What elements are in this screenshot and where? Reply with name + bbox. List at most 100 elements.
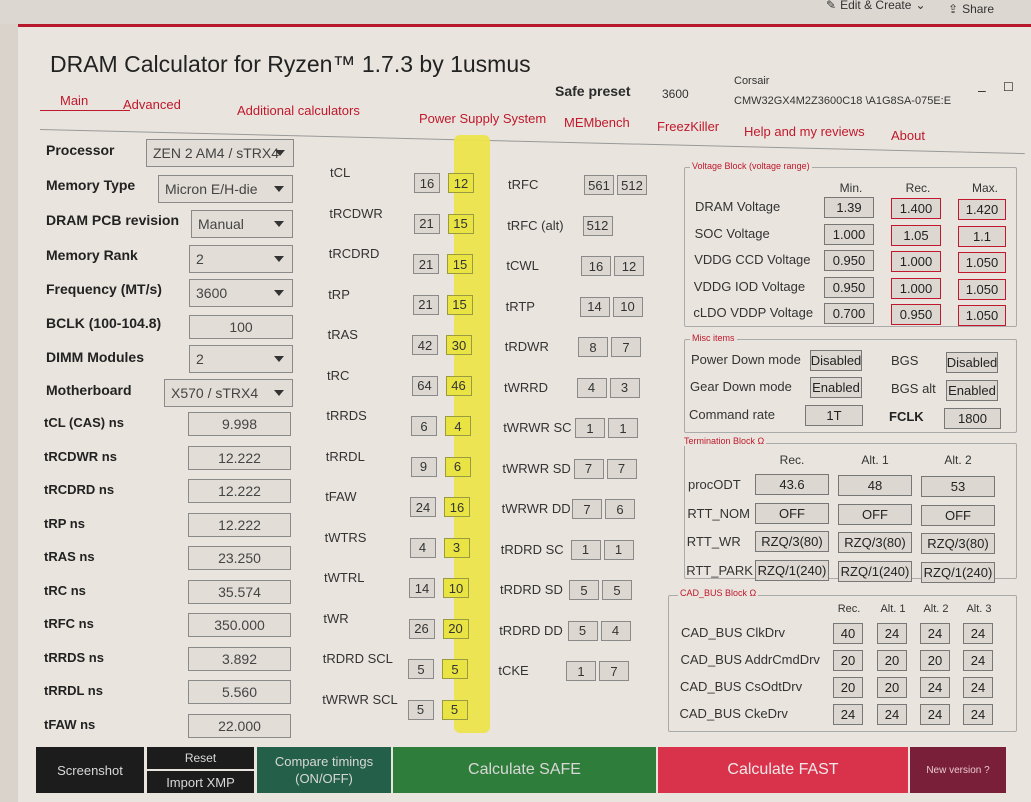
- timing-value-safe[interactable]: 21: [412, 294, 439, 315]
- timing-value-fast[interactable]: 3: [443, 537, 470, 558]
- calculate-safe-button[interactable]: Calculate SAFE: [393, 747, 656, 793]
- timing-value-fast[interactable]: 4: [445, 416, 471, 436]
- timing-value-fast[interactable]: 1: [603, 539, 634, 560]
- tab-main[interactable]: Main: [60, 93, 88, 108]
- new-version-button[interactable]: New version ?: [910, 747, 1006, 793]
- timing-value-fast[interactable]: 7: [611, 337, 641, 357]
- timing-value-fast[interactable]: 20: [442, 618, 469, 639]
- voltage-min[interactable]: 0.700: [824, 303, 874, 324]
- timing-value-fast[interactable]: 15: [446, 294, 473, 315]
- timing-value-safe[interactable]: 14: [579, 296, 610, 317]
- cadbus-value[interactable]: 20: [877, 650, 907, 671]
- processor-select[interactable]: ZEN 2 AM4 / sTRX4: [146, 139, 294, 167]
- timing-value-safe[interactable]: 16: [414, 173, 440, 193]
- timing-value-safe[interactable]: 5: [567, 620, 598, 641]
- timing-value-safe[interactable]: 5: [407, 699, 434, 720]
- timing-value-safe[interactable]: 21: [413, 254, 439, 274]
- power-down-value[interactable]: Disabled: [810, 350, 862, 371]
- share-button[interactable]: ⇪ Share: [948, 2, 994, 16]
- tab-help-reviews[interactable]: Help and my reviews: [744, 124, 865, 139]
- cadbus-value[interactable]: 24: [963, 623, 993, 644]
- timing-value-safe[interactable]: 4: [576, 377, 607, 398]
- timing-value-fast[interactable]: 10: [443, 578, 469, 598]
- timing-value-fast[interactable]: 6: [605, 499, 635, 519]
- voltage-max[interactable]: 1.050: [958, 305, 1006, 326]
- termination-value[interactable]: OFF: [921, 504, 995, 526]
- timing-value-fast[interactable]: 16: [444, 497, 470, 517]
- termination-value[interactable]: RZQ/3(80): [755, 531, 829, 552]
- timing-value-safe[interactable]: 1: [570, 539, 601, 560]
- tab-about[interactable]: About: [891, 128, 925, 143]
- timing-value-fast[interactable]: 12: [614, 256, 644, 276]
- termination-value[interactable]: RZQ/3(80): [838, 532, 912, 553]
- timing-value-safe[interactable]: 9: [410, 456, 437, 477]
- voltage-rec[interactable]: 1.000: [891, 277, 941, 299]
- cadbus-value[interactable]: 24: [920, 677, 950, 698]
- voltage-min[interactable]: 0.950: [824, 250, 874, 271]
- timing-value-fast[interactable]: 30: [446, 335, 472, 355]
- tab-power-supply[interactable]: Power Supply System: [419, 111, 546, 126]
- termination-value[interactable]: 43.6: [755, 474, 829, 495]
- maximize-button[interactable]: ☐: [1003, 80, 1014, 94]
- timing-value-fast[interactable]: 5: [441, 699, 468, 720]
- voltage-min[interactable]: 1.39: [824, 197, 874, 218]
- motherboard-select[interactable]: X570 / sTRX4: [164, 379, 293, 407]
- cadbus-value[interactable]: 24: [963, 677, 993, 698]
- compare-timings-button[interactable]: Compare timings (ON/OFF): [257, 747, 391, 793]
- timing-value-safe[interactable]: 7: [573, 458, 604, 479]
- cadbus-value[interactable]: 24: [920, 704, 950, 725]
- timing-value-safe[interactable]: 5: [408, 659, 434, 679]
- timing-value-fast[interactable]: 1: [608, 418, 638, 438]
- termination-value[interactable]: OFF: [755, 502, 829, 524]
- timing-value-safe[interactable]: 4: [409, 537, 436, 558]
- timing-value-fast[interactable]: 7: [606, 458, 637, 479]
- cadbus-value[interactable]: 24: [877, 704, 907, 725]
- timing-value-safe[interactable]: 6: [411, 416, 437, 436]
- timing-value-safe[interactable]: 561: [584, 175, 614, 195]
- timing-value-fast[interactable]: 15: [447, 254, 473, 274]
- timing-value-fast[interactable]: 5: [602, 580, 632, 600]
- minimize-button[interactable]: –: [978, 82, 986, 98]
- calculate-fast-button[interactable]: Calculate FAST: [658, 747, 908, 793]
- timing-value-safe[interactable]: 1: [566, 661, 596, 681]
- tab-advanced[interactable]: Advanced: [123, 97, 181, 112]
- memory-type-select[interactable]: Micron E/H-die: [158, 175, 293, 203]
- termination-value[interactable]: OFF: [838, 503, 912, 525]
- timing-value-fast[interactable]: 3: [609, 377, 640, 398]
- timing-value-fast[interactable]: 512: [617, 175, 647, 195]
- timing-value-safe[interactable]: 24: [410, 497, 436, 517]
- timing-value-fast[interactable]: 46: [445, 375, 472, 396]
- timing-value-safe[interactable]: 5: [569, 580, 599, 600]
- cadbus-value[interactable]: 20: [877, 677, 907, 698]
- termination-value[interactable]: 48: [838, 475, 912, 496]
- cadbus-value[interactable]: 24: [963, 704, 993, 725]
- voltage-rec[interactable]: 1.05: [891, 224, 941, 246]
- voltage-rec[interactable]: 1.400: [891, 198, 941, 219]
- voltage-rec[interactable]: 1.000: [891, 251, 941, 272]
- voltage-min[interactable]: 1.000: [824, 223, 874, 245]
- timing-value-safe[interactable]: 8: [578, 337, 608, 357]
- voltage-max[interactable]: 1.1: [958, 225, 1006, 247]
- tab-membench[interactable]: MEMbench: [564, 115, 630, 130]
- command-rate-value[interactable]: 1T: [805, 405, 863, 426]
- cadbus-value[interactable]: 20: [833, 650, 863, 671]
- bclk-input[interactable]: 100: [189, 315, 293, 339]
- timing-value-safe[interactable]: 26: [408, 618, 435, 639]
- import-xmp-button[interactable]: Import XMP: [147, 771, 254, 793]
- cadbus-value[interactable]: 20: [920, 650, 950, 671]
- voltage-max[interactable]: 1.420: [958, 199, 1006, 220]
- timing-value-fast[interactable]: 10: [612, 296, 643, 317]
- voltage-max[interactable]: 1.050: [958, 278, 1006, 300]
- bgs-value[interactable]: Disabled: [946, 352, 998, 373]
- voltage-max[interactable]: 1.050: [958, 252, 1006, 273]
- timing-value-fast[interactable]: 6: [444, 456, 471, 477]
- fclk-value[interactable]: 1800: [944, 408, 1001, 429]
- timing-value-fast[interactable]: 12: [448, 173, 474, 193]
- termination-value[interactable]: RZQ/1(240): [921, 561, 995, 583]
- cadbus-value[interactable]: 24: [920, 623, 950, 644]
- gear-down-value[interactable]: Enabled: [810, 377, 862, 398]
- timing-value-fast[interactable]: 15: [447, 213, 474, 234]
- voltage-min[interactable]: 0.950: [824, 276, 874, 298]
- termination-value[interactable]: RZQ/3(80): [921, 533, 995, 554]
- termination-value[interactable]: RZQ/1(240): [838, 560, 912, 582]
